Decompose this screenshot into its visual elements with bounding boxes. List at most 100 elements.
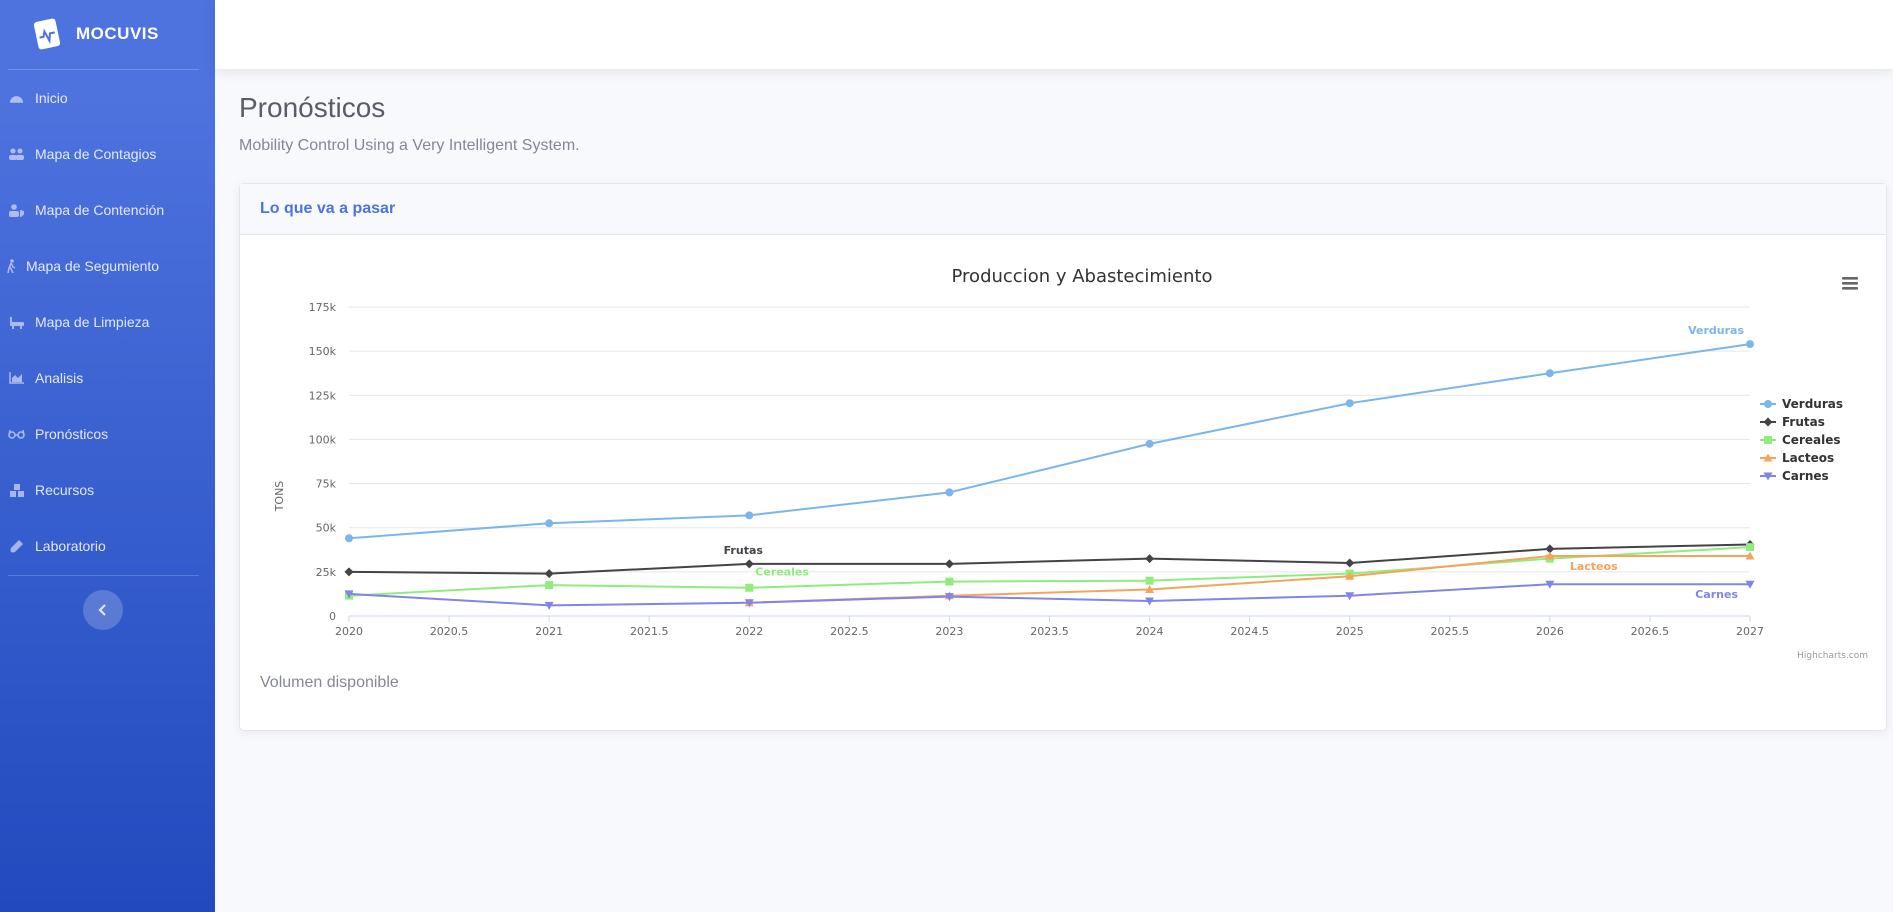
x-tick-label: 2021.5 — [630, 625, 669, 638]
chart-menu-icon[interactable] — [1840, 274, 1860, 294]
chart-title: Produccion y Abastecimiento — [952, 266, 1213, 287]
legend-item-cereales[interactable]: Cereales — [1760, 433, 1841, 447]
x-tick-label: 2024.5 — [1230, 625, 1269, 638]
sidebar-item-label: Mapa de Contagios — [35, 146, 157, 162]
sidebar-item-recursos[interactable]: Recursos — [0, 462, 215, 518]
brand-name: MOCUVIS — [76, 24, 159, 43]
data-point-verduras[interactable] — [345, 534, 353, 543]
card-footer-text: Volumen disponible — [260, 674, 399, 691]
sidebar-item-mapa-seguimiento[interactable]: Mapa de Segumiento — [0, 238, 215, 294]
sidebar-item-mapa-contencion[interactable]: Mapa de Contención — [0, 182, 215, 238]
glasses-icon — [8, 427, 25, 441]
y-tick-label: 150k — [309, 345, 337, 358]
topbar — [215, 0, 1893, 69]
series-verduras[interactable] — [345, 340, 1754, 543]
chart-container: Produccion y Abastecimiento TONS 0 25k 50k… — [256, 254, 1872, 666]
chart-area-icon — [8, 371, 25, 385]
data-point-verduras[interactable] — [745, 511, 754, 520]
legend-item-frutas[interactable]: Frutas — [1760, 415, 1825, 429]
legend-symbol[interactable] — [1764, 400, 1772, 408]
chart-credits[interactable]: Highcharts.com — [1797, 651, 1868, 661]
page-title: Pronósticos — [239, 92, 386, 123]
series-line-carnes[interactable] — [348, 583, 1750, 607]
data-point-verduras[interactable] — [1345, 399, 1354, 408]
sidebar-item-analisis[interactable]: Analisis — [0, 350, 215, 406]
x-tick-label: 2027 — [1736, 625, 1764, 638]
forecast-card: Lo que va a pasar Produccion y Abastecim… — [239, 183, 1887, 731]
sidebar-item-label: Recursos — [35, 482, 95, 498]
x-tick-label: 2021 — [535, 625, 563, 638]
sidebar-item-label: Mapa de Limpieza — [35, 314, 150, 330]
data-point-verduras[interactable] — [1145, 439, 1154, 448]
x-tick-label: 2026.5 — [1631, 625, 1670, 638]
cubes-icon — [8, 483, 25, 497]
bath-icon — [8, 315, 25, 329]
legend-symbol[interactable] — [1764, 436, 1772, 444]
data-point-cereales[interactable] — [745, 583, 754, 592]
y-tick-label: 50k — [316, 522, 337, 535]
series-label-frutas: Frutas — [724, 544, 764, 557]
series-label-carnes: Carnes — [1695, 588, 1738, 601]
data-point-frutas[interactable] — [1345, 558, 1355, 568]
data-point-verduras[interactable] — [1545, 369, 1554, 378]
y-tick-label: 100k — [309, 433, 337, 446]
x-tick-label: 2024 — [1136, 625, 1164, 638]
sidebar-item-label: Analisis — [35, 370, 84, 386]
flask-icon — [8, 539, 25, 553]
data-point-frutas[interactable] — [544, 569, 554, 579]
brand[interactable]: MOCUVIS — [0, 0, 215, 68]
chevron-left-icon — [98, 604, 106, 616]
series-line-verduras[interactable] — [348, 343, 1751, 540]
data-point-frutas[interactable] — [1145, 554, 1155, 564]
x-tick-label: 2023.5 — [1030, 625, 1069, 638]
sidebar-item-pronosticos[interactable]: Pronósticos — [0, 406, 215, 462]
walking-icon — [6, 259, 16, 273]
sidebar-item-inicio[interactable]: Inicio — [0, 70, 215, 126]
sidebar-item-label: Mapa de Contención — [35, 202, 165, 218]
data-point-frutas[interactable] — [344, 567, 354, 577]
legend-item-verduras[interactable]: Verduras — [1760, 397, 1843, 411]
data-point-frutas[interactable] — [944, 559, 954, 569]
y-tick-label: 75k — [316, 478, 337, 491]
sidebar-item-laboratorio[interactable]: Laboratorio — [0, 518, 215, 574]
line-chart: Produccion y Abastecimiento TONS 0 25k 50k… — [273, 266, 1868, 661]
data-point-cereales[interactable] — [1145, 576, 1154, 585]
data-point-cereales[interactable] — [1746, 543, 1754, 552]
legend-item-carnes[interactable]: Carnes — [1760, 469, 1829, 483]
legend-label[interactable]: Cereales — [1782, 433, 1841, 447]
x-tick-label: 2020 — [335, 625, 363, 638]
x-tick-label: 2020.5 — [430, 625, 469, 638]
sidebar-divider — [8, 575, 199, 576]
y-tick-label: 125k — [309, 389, 337, 402]
legend-symbol[interactable] — [1763, 417, 1773, 427]
data-point-frutas[interactable] — [744, 559, 754, 569]
data-point-cereales[interactable] — [945, 577, 954, 586]
legend-label[interactable]: Lacteos — [1782, 451, 1834, 465]
legend-label[interactable]: Frutas — [1782, 415, 1825, 429]
x-tick-label: 2025.5 — [1431, 625, 1470, 638]
x-tick-label: 2023 — [935, 625, 963, 638]
legend-label[interactable]: Verduras — [1782, 397, 1843, 411]
legend-item-lacteos[interactable]: Lacteos — [1760, 451, 1834, 465]
page-subtitle: Mobility Control Using a Very Intelligen… — [239, 137, 580, 154]
series-label-verduras: Verduras — [1688, 324, 1744, 337]
dashboard-icon — [8, 91, 25, 105]
sidebar-item-mapa-limpieza[interactable]: Mapa de Limpieza — [0, 294, 215, 350]
data-point-cereales[interactable] — [545, 581, 554, 590]
y-tick-label: 175k — [309, 301, 337, 314]
sidebar: MOCUVIS Inicio Mapa de Contagios Mapa de… — [0, 0, 215, 912]
x-tick-label: 2022 — [735, 625, 763, 638]
legend-label[interactable]: Carnes — [1782, 469, 1829, 483]
sidebar-toggle-button[interactable] — [83, 590, 123, 630]
data-point-verduras[interactable] — [945, 488, 954, 497]
sidebar-item-label: Laboratorio — [35, 538, 106, 554]
x-tick-label: 2022.5 — [830, 625, 869, 638]
sidebar-item-mapa-contagios[interactable]: Mapa de Contagios — [0, 126, 215, 182]
data-point-verduras[interactable] — [1746, 340, 1754, 349]
y-axis-label: TONS — [273, 481, 286, 513]
data-point-verduras[interactable] — [545, 519, 554, 528]
series-label-lacteos: Lacteos — [1570, 560, 1618, 573]
brand-logo-icon — [33, 18, 61, 50]
user-shield-icon — [8, 203, 25, 217]
sidebar-item-label: Inicio — [35, 90, 68, 106]
